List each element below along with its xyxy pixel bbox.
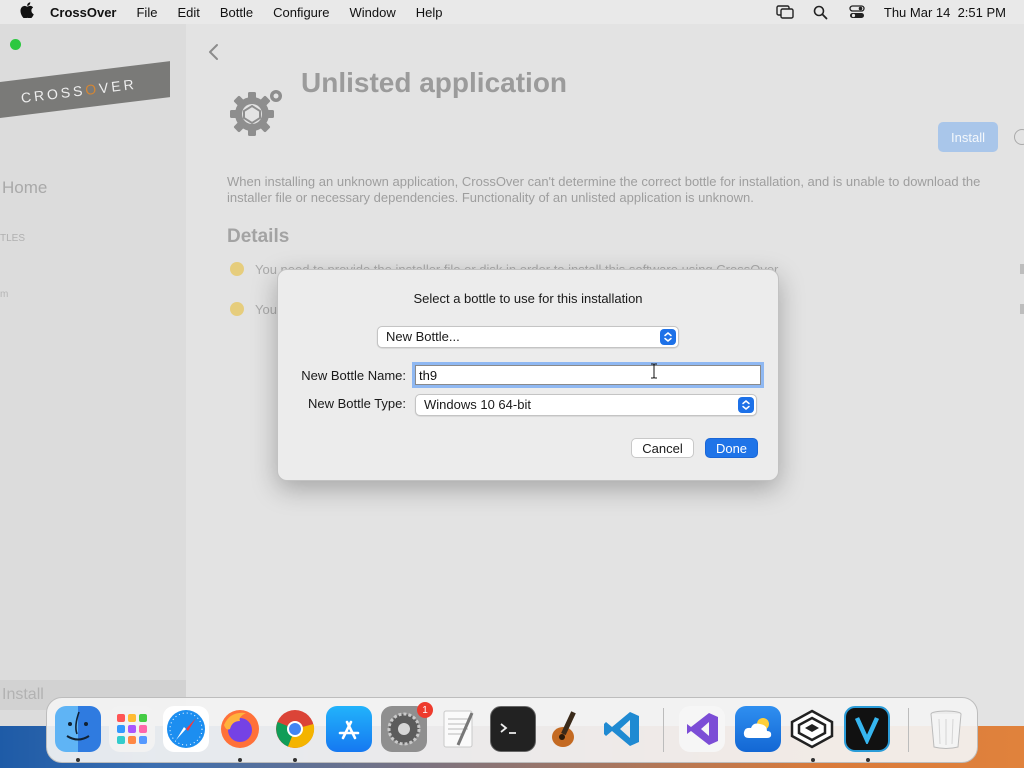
menu-edit[interactable]: Edit [177,5,199,20]
zoom-window-button[interactable] [10,39,21,50]
menu-configure[interactable]: Configure [273,5,329,20]
edge-mark [1020,304,1024,314]
sidebar-item-fragment[interactable]: m [0,289,8,300]
install-button[interactable]: Install [938,122,998,152]
terminal-icon[interactable] [490,706,536,752]
visual-studio-icon[interactable] [679,706,725,752]
firefox-icon[interactable] [217,706,263,752]
dialog-title: Select a bottle to use for this installa… [413,291,643,306]
garageband-icon[interactable] [544,706,590,752]
menu-file[interactable]: File [136,5,157,20]
dock: 1 [46,697,978,763]
menu-window[interactable]: Window [349,5,395,20]
apple-menu-icon[interactable] [18,2,36,22]
menu-app-name[interactable]: CrossOver [50,5,116,20]
menu-help[interactable]: Help [416,5,443,20]
details-heading: Details [227,226,290,247]
safari-icon[interactable] [163,706,209,752]
chrome-icon[interactable] [272,706,318,752]
edge-mark [1020,264,1024,274]
back-chevron-icon[interactable] [206,42,220,62]
info-icon[interactable] [1014,129,1024,145]
settings-badge: 1 [417,702,433,718]
warning-dot-icon [230,262,244,276]
menu-clock[interactable]: Thu Mar 14 2:51 PM [884,5,1006,20]
bottle-name-input[interactable] [412,362,764,388]
bottle-type-value: Windows 10 64-bit [424,397,531,412]
textedit-icon[interactable] [436,706,482,752]
dock-separator [663,708,664,752]
running-indicator [866,758,870,762]
sidebar-section-bottles: TLES [0,233,26,244]
select-bottle-dialog: Select a bottle to use for this installa… [277,269,779,481]
sidebar-install-label: Install [2,686,44,703]
bottle-select-popup[interactable]: New Bottle... [377,326,679,348]
cancel-button[interactable]: Cancel [631,438,694,458]
detail-text: You [255,302,277,317]
crossover-icon[interactable] [789,706,835,752]
v-app-icon[interactable] [844,706,890,752]
popup-arrows-icon [660,329,676,345]
unlisted-app-gear-icon [230,90,282,136]
menu-bottle[interactable]: Bottle [220,5,253,20]
control-center-icon[interactable] [848,4,866,20]
bottle-name-label: New Bottle Name: [301,368,406,383]
page-title: Unlisted application [301,67,568,98]
running-indicator [811,758,815,762]
spotlight-search-icon[interactable] [812,4,830,20]
screen-mirroring-icon[interactable] [776,4,794,20]
sidebar-item-home[interactable]: Home [2,178,47,198]
launchpad-icon[interactable] [109,706,155,752]
cloud-app-icon[interactable] [735,706,781,752]
description-text: When installing an unknown application, … [227,174,981,205]
done-button[interactable]: Done [705,438,758,458]
app-store-icon[interactable] [326,706,372,752]
detail-row: You [230,302,277,317]
trash-icon[interactable] [923,706,969,752]
running-indicator [76,758,80,762]
sidebar: CROSSOVER Home TLES m Install [0,24,186,768]
vscode-icon[interactable] [599,706,645,752]
bottle-type-popup[interactable]: Windows 10 64-bit [415,394,757,416]
text-cursor-icon [651,363,657,379]
warning-dot-icon [230,302,244,316]
running-indicator [238,758,242,762]
dock-separator [908,708,909,752]
popup-arrows-icon [738,397,754,413]
bottle-type-label: New Bottle Type: [307,396,406,411]
finder-icon[interactable] [55,706,101,752]
running-indicator [293,758,297,762]
menu-bar: CrossOver File Edit Bottle Configure Win… [0,0,1024,24]
bottle-select-value: New Bottle... [386,329,460,344]
